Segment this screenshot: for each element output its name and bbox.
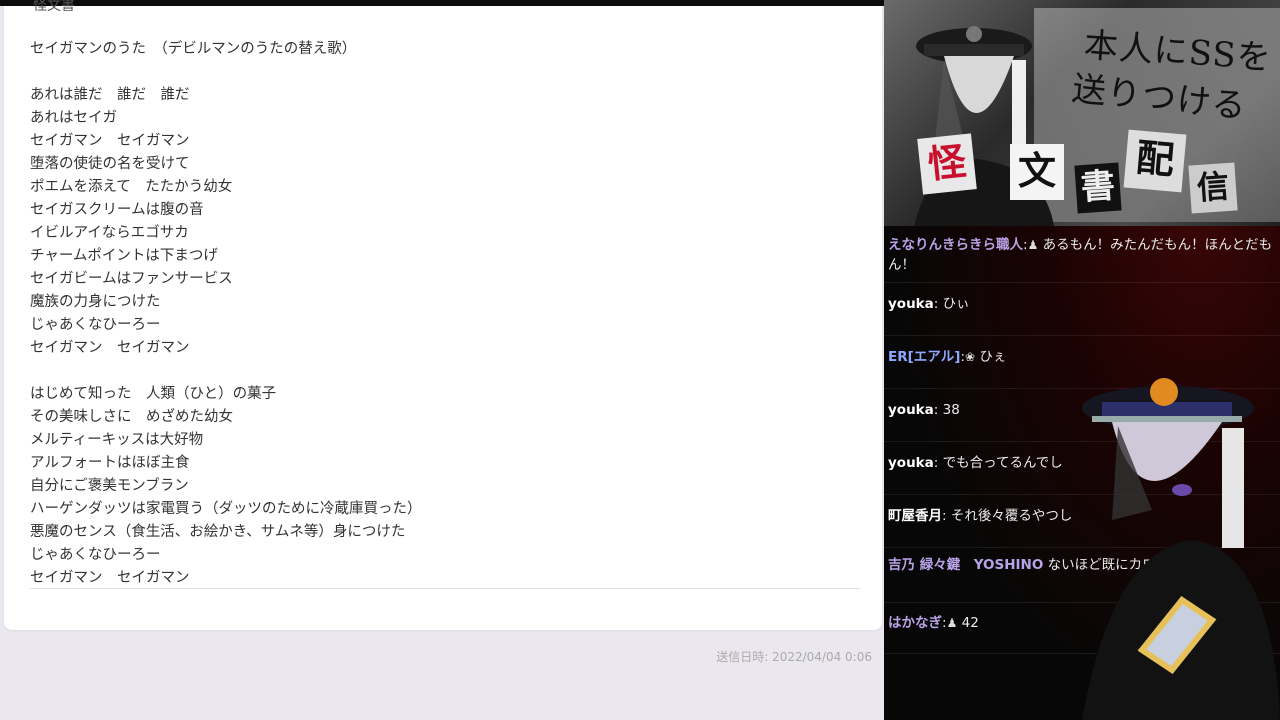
letter-title: 怪文書 [33,0,75,11]
chat-username[interactable]: はかなぎ [888,615,942,631]
banner-keyword-1: 怪 [917,133,977,195]
chat-username[interactable]: youka [888,296,934,312]
chess-pawn-icon: ♟ [946,616,958,630]
chat-message: youka: ひぃ [884,283,1280,336]
chat-username[interactable]: えなりんきらきら職人 [888,237,1023,253]
stream-overlay: 本人にSSを 送りつける 怪 文 書 配 信 えなりんきらきら職人:♟ あるもん… [884,0,1280,720]
lyric-line: 堕落の使徒の名を受けて [30,156,190,172]
lyric-line: アルフォートはほぼ主食 [30,455,190,471]
chat-text: ひぃ [942,296,970,312]
lyric-line: セイガマン セイガマン [30,133,190,149]
chat-text: 38 [942,402,960,418]
chat-username[interactable]: youka [888,402,934,418]
lyric-line: チャームポイントは下まつげ [30,248,218,264]
lyric-line: ポエムを添えて たたかう幼女 [30,179,233,195]
chat-username[interactable]: youka [888,455,934,471]
banner-keyword-3: 書 [1074,162,1122,214]
lyric-line: 自分にご褒美モンブラン [30,478,189,494]
lyric-line: イビルアイならエゴサカ [30,225,189,241]
lyric-line: あれはセイガ [30,110,117,126]
vtuber-character-image [1082,378,1280,720]
chat-text: 42 [961,615,979,631]
letter-card: 怪文書 セイガマンのうた （デビルマンのうたの替え歌） あれは誰だ 誰だ 誰だ あれ… [4,0,882,630]
lyric-line: セイガビームはファンサービス [30,271,233,287]
lyric-line: じゃあくなひーろー [30,317,161,333]
lyric-line: 魔族の力身につけた [30,294,161,310]
chat-separator: : [933,402,939,418]
lyric-line [30,360,860,383]
divider [30,588,860,589]
lyric-line: セイガマン セイガマン [30,340,190,356]
lyric-line [30,61,860,84]
chat-message: えなりんきらきら職人:♟ あるもん！みたんだもん！ほんとだもん！ [884,228,1280,283]
chat-separator: : [933,455,939,471]
banner-keyword-4: 配 [1123,129,1187,193]
sent-date: 送信日時: 2022/04/04 0:06 [716,650,872,664]
chat-text: ひぇ [979,349,1007,365]
banner-keyword-2: 文 [1010,144,1064,200]
chess-pawn-icon: ♟ [1027,238,1039,252]
lyric-line: メルティーキッスは大好物 [30,432,204,448]
chat-username[interactable]: 吉乃 緑々鍵 YOSHINO [888,557,1043,573]
lyric-line: じゃあくなひーろー [30,547,161,563]
lyric-line: その美味しさに めざめた幼女 [30,409,233,425]
stream-banner: 本人にSSを 送りつける 怪 文 書 配 信 [884,0,1280,226]
chat-text: でも合ってるんでし [942,455,1063,471]
lyric-line: あれは誰だ 誰だ 誰だ [30,87,190,103]
chat-text: それ後々覆るやつし [950,508,1073,524]
lyric-line: セイガスクリームは腹の音 [30,202,204,218]
lyric-line: セイガマン セイガマン [30,570,190,586]
lyric-line: はじめて知った 人類（ひと）の菓子 [30,386,277,402]
flower-icon: ❀ [965,350,976,364]
lyrics-body: セイガマンのうた （デビルマンのうたの替え歌） あれは誰だ 誰だ 誰だ あれはセイガ… [30,38,860,590]
chat-username[interactable]: ER[エアル] [888,349,960,365]
chat-separator: : [933,296,939,312]
banner-keyword-5: 信 [1188,162,1238,214]
lyric-line: セイガマンのうた （デビルマンのうたの替え歌） [30,41,357,57]
chat-separator: : [942,508,947,524]
letter-panel: 怪文書 セイガマンのうた （デビルマンのうたの替え歌） あれは誰だ 誰だ 誰だ あれ… [0,0,884,720]
lyric-line: 悪魔のセンス（食生活、お絵かき、サムネ等）身につけた [30,524,406,540]
chat-username[interactable]: 町屋香月 [888,508,942,524]
lyric-line: ハーゲンダッツは家電買う（ダッツのために冷蔵庫買った） [30,501,422,517]
